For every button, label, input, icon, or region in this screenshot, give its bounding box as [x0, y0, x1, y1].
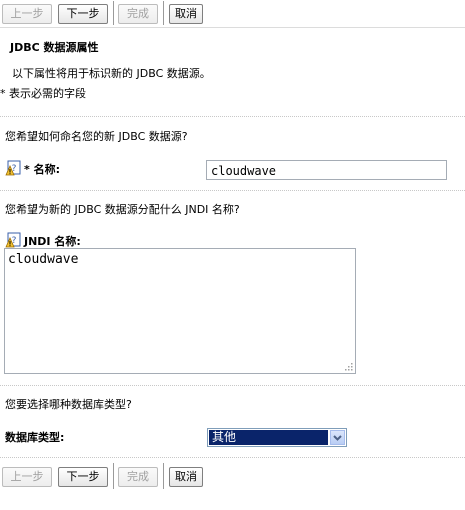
name-label: * 名称: — [24, 163, 60, 176]
finish-button[interactable]: 完成 — [118, 467, 158, 487]
required-note: * 表示必需的字段 — [0, 87, 86, 100]
next-button[interactable]: 下一步 — [58, 4, 108, 24]
divider — [0, 385, 465, 386]
toolbar-separator — [163, 463, 164, 489]
page-description: 以下属性将用于标识新的 JDBC 数据源。 — [12, 67, 211, 80]
divider — [0, 116, 465, 117]
dbtype-label: 数据库类型: — [5, 431, 65, 444]
toolbar-separator — [163, 1, 164, 25]
resize-grip-icon[interactable] — [343, 361, 353, 371]
jndi-label: JNDI 名称: — [24, 235, 81, 248]
next-button[interactable]: 下一步 — [58, 467, 108, 487]
name-question: 您希望如何命名您的新 JDBC 数据源? — [5, 130, 188, 143]
toolbar-separator — [113, 1, 114, 25]
cancel-button[interactable]: 取消 — [169, 4, 203, 24]
finish-button[interactable]: 完成 — [118, 4, 158, 24]
divider — [0, 27, 465, 28]
warning-help-icon: ? — [5, 232, 21, 248]
divider — [0, 190, 465, 191]
divider — [0, 457, 465, 458]
jndi-textarea[interactable]: cloudwave — [4, 248, 356, 374]
prev-button[interactable]: 上一步 — [2, 4, 52, 24]
jndi-question: 您希望为新的 JDBC 数据源分配什么 JNDI 名称? — [5, 203, 240, 216]
name-input[interactable]: cloudwave — [206, 160, 447, 180]
toolbar-separator — [113, 463, 114, 489]
cancel-button[interactable]: 取消 — [169, 467, 203, 487]
page-title: JDBC 数据源属性 — [10, 41, 99, 54]
chevron-down-icon[interactable] — [330, 430, 345, 445]
dbtype-selected-value: 其他 — [209, 430, 328, 445]
prev-button[interactable]: 上一步 — [2, 467, 52, 487]
warning-help-icon: ? — [5, 160, 21, 176]
dbtype-select[interactable]: 其他 — [207, 428, 347, 447]
dbtype-question: 您要选择哪种数据库类型? — [5, 398, 132, 411]
